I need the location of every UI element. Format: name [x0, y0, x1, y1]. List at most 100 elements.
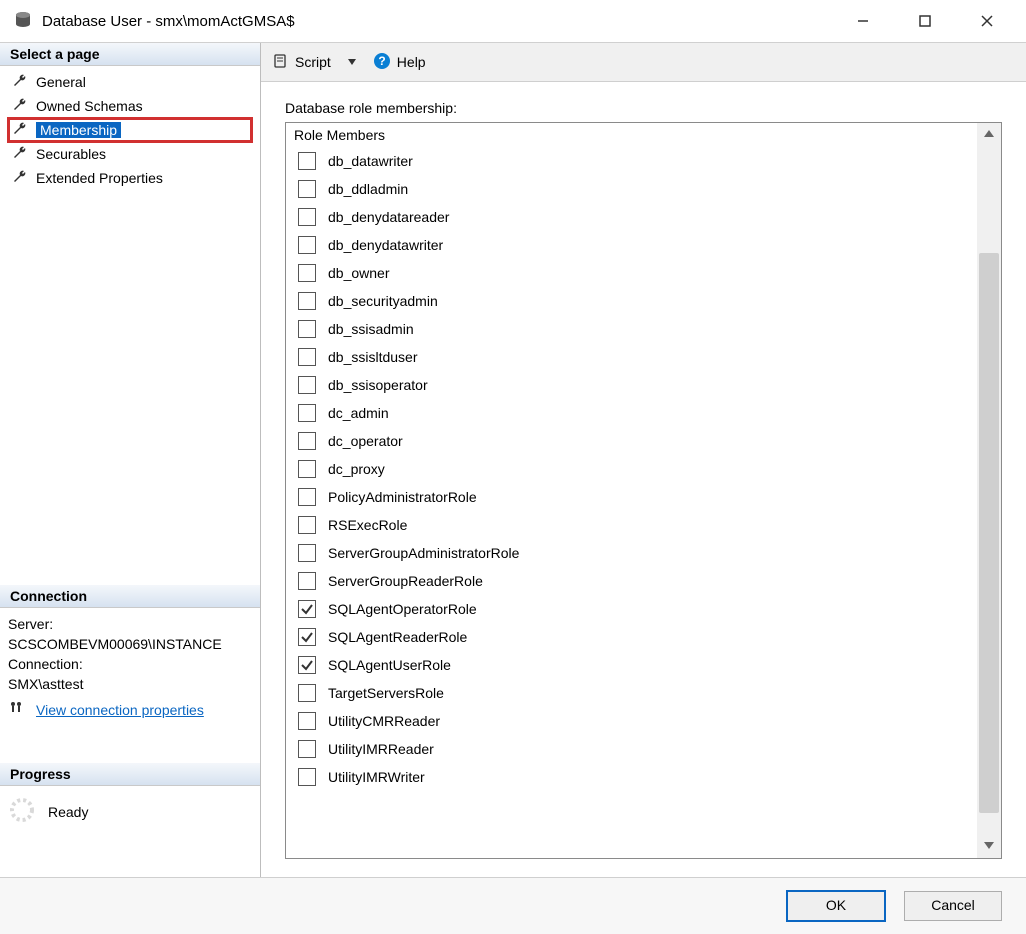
role-checkbox[interactable] — [298, 572, 316, 590]
role-checkbox[interactable] — [298, 740, 316, 758]
connection-block: Server: SCSCOMBEVM00069\INSTANCE Connect… — [0, 608, 260, 723]
role-checkbox[interactable] — [298, 208, 316, 226]
titlebar: Database User - smx\momActGMSA$ — [0, 0, 1026, 42]
role-checkbox[interactable] — [298, 264, 316, 282]
connection-value: SMX\asttest — [8, 676, 252, 692]
role-list-inner: Role Members db_datawriterdb_ddladmindb_… — [286, 123, 977, 858]
progress-spinner-icon — [8, 796, 36, 827]
role-name: SQLAgentReaderRole — [328, 629, 467, 645]
role-row: db_ssisoperator — [292, 371, 971, 399]
role-row: SQLAgentOperatorRole — [292, 595, 971, 623]
role-row: dc_proxy — [292, 455, 971, 483]
minimize-button[interactable] — [832, 0, 894, 42]
scrollbar-thumb[interactable] — [979, 253, 999, 813]
role-name: db_ssisadmin — [328, 321, 414, 337]
role-name: db_ssisltduser — [328, 349, 418, 365]
role-checkbox[interactable] — [298, 236, 316, 254]
role-checkbox[interactable] — [298, 544, 316, 562]
wrench-icon — [12, 169, 28, 188]
role-row: PolicyAdministratorRole — [292, 483, 971, 511]
progress-header: Progress — [0, 763, 260, 786]
role-checkbox[interactable] — [298, 152, 316, 170]
script-label: Script — [295, 54, 331, 70]
role-checkbox[interactable] — [298, 376, 316, 394]
role-checkbox[interactable] — [298, 656, 316, 674]
role-name: ServerGroupAdministratorRole — [328, 545, 519, 561]
role-row: db_ssisltduser — [292, 343, 971, 371]
sidebar-page-item[interactable]: Owned Schemas — [8, 94, 252, 118]
role-row: ServerGroupAdministratorRole — [292, 539, 971, 567]
window: Database User - smx\momActGMSA$ Select a… — [0, 0, 1026, 934]
cancel-button[interactable]: Cancel — [904, 891, 1002, 921]
role-row: db_ssisadmin — [292, 315, 971, 343]
scroll-up-icon[interactable] — [983, 127, 995, 143]
role-row: UtilityCMRReader — [292, 707, 971, 735]
help-button[interactable]: ? Help — [373, 52, 426, 73]
role-checkbox[interactable] — [298, 292, 316, 310]
wrench-icon — [12, 73, 28, 92]
role-checkbox[interactable] — [298, 712, 316, 730]
role-checkbox[interactable] — [298, 180, 316, 198]
sidebar-page-label: Extended Properties — [36, 170, 163, 186]
role-name: db_securityadmin — [328, 293, 438, 309]
help-label: Help — [397, 54, 426, 70]
role-row: db_securityadmin — [292, 287, 971, 315]
role-checkbox[interactable] — [298, 516, 316, 534]
role-name: dc_admin — [328, 405, 389, 421]
ok-button[interactable]: OK — [786, 890, 886, 922]
role-checkbox[interactable] — [298, 628, 316, 646]
main-pane: Script ? Help — [261, 43, 1026, 877]
sidebar-page-item[interactable]: Membership — [8, 118, 252, 142]
maximize-button[interactable] — [894, 0, 956, 42]
sidebar-pages-header: Select a page — [0, 43, 260, 66]
role-row: RSExecRole — [292, 511, 971, 539]
sidebar-page-label: Securables — [36, 146, 106, 162]
role-name: db_denydatawriter — [328, 237, 443, 253]
sidebar-page-item[interactable]: Securables — [8, 142, 252, 166]
role-row: db_owner — [292, 259, 971, 287]
role-row: SQLAgentUserRole — [292, 651, 971, 679]
role-row: db_denydatareader — [292, 203, 971, 231]
sidebar-page-item[interactable]: Extended Properties — [8, 166, 252, 190]
role-name: dc_proxy — [328, 461, 385, 477]
role-name: PolicyAdministratorRole — [328, 489, 477, 505]
role-name: RSExecRole — [328, 517, 407, 533]
role-name: db_denydatareader — [328, 209, 449, 225]
role-checkbox[interactable] — [298, 348, 316, 366]
sidebar-page-item[interactable]: General — [8, 70, 252, 94]
role-name: UtilityCMRReader — [328, 713, 440, 729]
help-icon: ? — [373, 52, 391, 73]
scroll-down-icon[interactable] — [983, 838, 995, 854]
sidebar-page-label: Membership — [36, 122, 121, 138]
role-row: db_datawriter — [292, 147, 971, 175]
role-checkbox[interactable] — [298, 600, 316, 618]
svg-text:?: ? — [378, 54, 385, 68]
role-row: SQLAgentReaderRole — [292, 623, 971, 651]
role-name: UtilityIMRReader — [328, 741, 434, 757]
role-name: dc_operator — [328, 433, 403, 449]
sidebar-page-label: General — [36, 74, 86, 90]
role-listbox: Role Members db_datawriterdb_ddladmindb_… — [285, 122, 1002, 859]
view-connection-properties-link[interactable]: View connection properties — [36, 702, 204, 718]
sidebar-page-label: Owned Schemas — [36, 98, 143, 114]
role-checkbox[interactable] — [298, 320, 316, 338]
role-checkbox[interactable] — [298, 488, 316, 506]
role-checkbox[interactable] — [298, 404, 316, 422]
role-checkbox[interactable] — [298, 684, 316, 702]
role-name: db_owner — [328, 265, 390, 281]
close-button[interactable] — [956, 0, 1018, 42]
script-icon — [273, 53, 289, 72]
database-icon — [14, 11, 32, 32]
progress-status: Ready — [48, 804, 88, 820]
role-row: ServerGroupReaderRole — [292, 567, 971, 595]
role-row: db_ddladmin — [292, 175, 971, 203]
role-checkbox[interactable] — [298, 432, 316, 450]
script-button[interactable]: Script — [273, 53, 331, 72]
script-dropdown[interactable] — [341, 54, 363, 70]
wrench-icon — [12, 145, 28, 164]
role-checkbox[interactable] — [298, 460, 316, 478]
role-row: TargetServersRole — [292, 679, 971, 707]
role-row: UtilityIMRWriter — [292, 763, 971, 791]
role-name: db_ssisoperator — [328, 377, 428, 393]
role-checkbox[interactable] — [298, 768, 316, 786]
